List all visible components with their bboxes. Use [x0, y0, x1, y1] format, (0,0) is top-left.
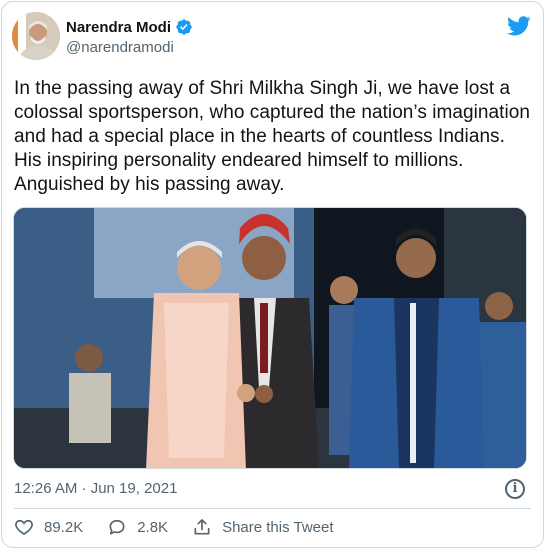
- divider: [14, 508, 531, 509]
- author-name[interactable]: Narendra Modi: [66, 19, 171, 36]
- tweet-header: Narendra Modi @narendramodi: [12, 12, 533, 64]
- avatar[interactable]: [12, 12, 60, 60]
- verified-badge-icon: [175, 18, 193, 36]
- share-icon: [194, 519, 210, 535]
- reply-bubble-icon: [109, 519, 125, 535]
- reply-count: 2.8K: [137, 518, 169, 536]
- author-handle[interactable]: @narendramodi: [66, 39, 193, 56]
- action-bar: 89.2K 2.8K Share this Tweet: [14, 517, 358, 537]
- author-block[interactable]: Narendra Modi @narendramodi: [66, 18, 193, 56]
- tweet-text: In the passing away of Shri Milkha Singh…: [14, 78, 530, 195]
- share-label: Share this Tweet: [222, 518, 334, 536]
- share-button[interactable]: Share this Tweet: [192, 517, 334, 537]
- name-row: Narendra Modi: [66, 18, 193, 36]
- reply-button[interactable]: 2.8K: [107, 517, 168, 537]
- tweet-timestamp[interactable]: 12:26 AM · Jun 19, 2021: [14, 480, 177, 497]
- tweet-card: Narendra Modi @narendramodi In the passi…: [1, 1, 544, 548]
- tweet-photo[interactable]: [13, 207, 527, 469]
- heart-icon: [15, 519, 33, 536]
- info-icon[interactable]: i: [505, 479, 525, 499]
- like-button[interactable]: 89.2K: [14, 517, 83, 537]
- like-count: 89.2K: [44, 518, 84, 536]
- twitter-bird-icon[interactable]: [507, 14, 531, 38]
